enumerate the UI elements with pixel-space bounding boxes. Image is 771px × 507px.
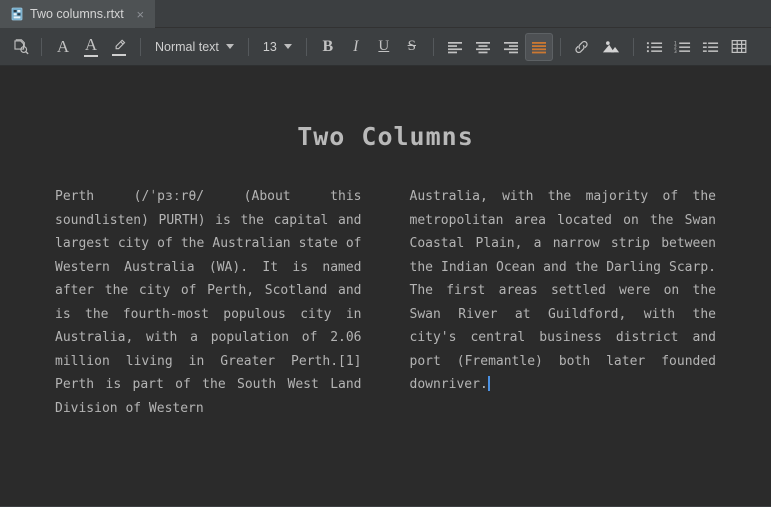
toolbar-separator [247, 37, 249, 56]
two-column-layout: Perth (/ˈpɜːrθ/ (About this soundlisten)… [0, 185, 771, 420]
align-center-icon[interactable] [469, 33, 497, 61]
formatting-toolbar: A A Normal text 13 B I U S 1 2 3 [0, 28, 771, 66]
tab-bar-empty-area [154, 0, 771, 27]
image-icon[interactable] [596, 33, 626, 61]
svg-text:3: 3 [674, 48, 677, 53]
toolbar-separator [559, 37, 561, 56]
paragraph-style-value: Normal text [155, 39, 219, 54]
text-caret [487, 376, 490, 391]
italic-label: I [353, 37, 359, 55]
strikethrough-icon[interactable]: S [398, 33, 426, 61]
rtf-file-icon [10, 7, 24, 21]
toolbar-separator [632, 37, 634, 56]
underline-icon[interactable]: U [370, 33, 398, 61]
right-column-text: Australia, with the majority of the metr… [409, 189, 717, 392]
close-icon[interactable]: × [134, 8, 147, 21]
align-right-icon[interactable] [497, 33, 525, 61]
tab-two-columns-rtxt[interactable]: Two columns.rtxt × [0, 0, 155, 28]
bold-label: B [322, 37, 334, 55]
bulleted-list-icon[interactable] [641, 33, 669, 61]
left-column[interactable]: Perth (/ˈpɜːrθ/ (About this soundlisten)… [55, 185, 362, 420]
toolbar-separator [41, 37, 42, 56]
align-left-icon[interactable] [441, 33, 469, 61]
toolbar-separator [140, 37, 141, 56]
underline-label: U [378, 38, 390, 54]
print-preview-icon[interactable] [6, 33, 34, 61]
text-color-icon[interactable]: A [77, 33, 105, 61]
toolbar-separator [305, 37, 307, 56]
right-column[interactable]: Australia, with the majority of the metr… [410, 185, 717, 420]
paragraph-style-dropdown[interactable]: Normal text [148, 34, 241, 60]
document-title: Two Columns [297, 122, 474, 151]
align-justify-icon[interactable] [524, 32, 553, 61]
chevron-down-icon [283, 44, 292, 49]
text-color-label: A [84, 35, 98, 54]
tab-title: Two columns.rtxt [30, 7, 124, 21]
bold-icon[interactable]: B [314, 33, 342, 61]
strikethrough-label: S [407, 38, 416, 54]
link-icon[interactable] [568, 33, 596, 61]
text-color-swatch [84, 55, 98, 57]
highlighter-icon[interactable] [105, 33, 133, 61]
chevron-down-icon [225, 44, 234, 49]
font-style-label: A [56, 37, 70, 56]
italic-icon[interactable]: I [342, 33, 370, 61]
font-size-value: 13 [262, 39, 277, 54]
font-size-dropdown[interactable]: 13 [256, 34, 299, 60]
toolbar-separator [432, 37, 434, 56]
font-style-icon[interactable]: A [49, 33, 77, 61]
highlight-color-swatch [112, 53, 126, 56]
numbered-list-icon[interactable]: 1 2 3 [669, 33, 697, 61]
document-editor-area[interactable]: Two Columns Perth (/ˈpɜːrθ/ (About this … [0, 66, 771, 506]
multilevel-list-icon[interactable] [697, 33, 725, 61]
table-icon[interactable] [725, 33, 753, 61]
tab-bar: Two columns.rtxt × [0, 0, 771, 28]
